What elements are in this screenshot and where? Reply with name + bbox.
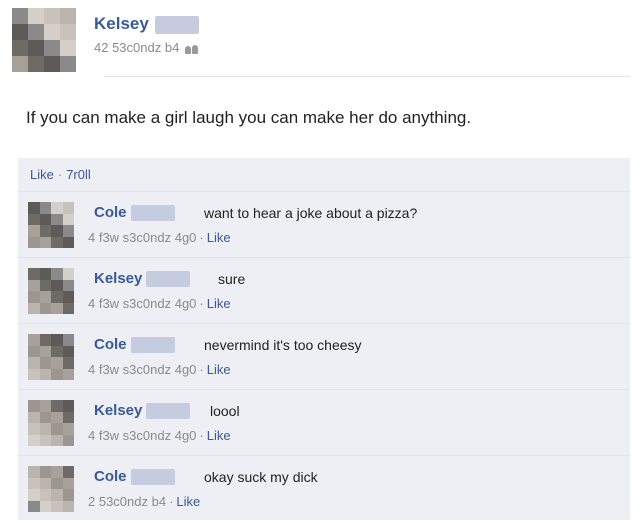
separator: · <box>57 167 63 182</box>
comment-item: Cole want to hear a joke about a pizza? … <box>18 192 630 258</box>
comment-timestamp[interactable]: 4 f3w s3c0ndz 4g0 <box>88 296 196 311</box>
avatar[interactable] <box>28 334 74 380</box>
avatar[interactable] <box>28 268 74 314</box>
comment-author[interactable]: Cole <box>94 336 175 354</box>
avatar[interactable] <box>28 202 74 248</box>
redacted-surname <box>146 403 191 420</box>
comment-like-button[interactable]: Like <box>207 428 231 443</box>
redacted-surname <box>130 205 175 222</box>
comment-like-button[interactable]: Like <box>207 230 231 245</box>
comment-timestamp[interactable]: 4 f3w s3c0ndz 4g0 <box>88 230 196 245</box>
comment-author[interactable]: Cole <box>94 204 175 222</box>
redacted-surname <box>146 271 191 288</box>
comment-like-button[interactable]: Like <box>207 362 231 377</box>
comment-meta: 4 f3w s3c0ndz 4g0 · Like <box>88 296 231 311</box>
comment-item: Cole nevermind it's too cheesy 4 f3w s3c… <box>18 324 630 390</box>
comment-author[interactable]: Kelsey <box>94 402 191 420</box>
comment-timestamp[interactable]: 2 53c0ndz b4 <box>88 494 166 509</box>
separator: · <box>199 296 204 311</box>
avatar[interactable] <box>12 8 76 72</box>
comment-meta: 4 f3w s3c0ndz 4g0 · Like <box>88 428 231 443</box>
comment-author-label[interactable]: Cole <box>94 204 127 221</box>
comment-author[interactable]: Kelsey <box>94 270 191 288</box>
comment-meta: 4 f3w s3c0ndz 4g0 · Like <box>88 362 231 377</box>
comment-meta: 2 53c0ndz b4 · Like <box>88 494 200 509</box>
comment-author-label[interactable]: Kelsey <box>94 270 142 287</box>
avatar[interactable] <box>28 466 74 512</box>
post-text: If you can make a girl laugh you can mak… <box>26 108 472 127</box>
comment-like-button[interactable]: Like <box>176 494 200 509</box>
separator: · <box>199 428 204 443</box>
post-header: Kelsey 42 53c0ndz b4 <box>10 6 630 86</box>
post-meta: 42 53c0ndz b4 <box>94 40 199 55</box>
redacted-surname <box>130 337 175 354</box>
post-author-name[interactable]: Kelsey <box>94 14 199 34</box>
like-count[interactable]: 7r0ll <box>66 167 91 182</box>
post-like-button[interactable]: Like <box>30 167 54 182</box>
comment-text: nevermind it's too cheesy <box>204 337 362 353</box>
separator: · <box>199 230 204 245</box>
post-timestamp[interactable]: 42 53c0ndz b4 <box>94 40 179 55</box>
comment-author-label[interactable]: Cole <box>94 336 127 353</box>
feedback-panel: Like · 7r0ll Cole want to hear a joke abou… <box>18 158 630 520</box>
comment-timestamp[interactable]: 4 f3w s3c0ndz 4g0 <box>88 428 196 443</box>
comment-text: want to hear a joke about a pizza? <box>204 205 418 221</box>
comment-author-label[interactable]: Kelsey <box>94 402 142 419</box>
comment-item: Kelsey sure 4 f3w s3c0ndz 4g0 · Like <box>18 258 630 324</box>
comment-timestamp[interactable]: 4 f3w s3c0ndz 4g0 <box>88 362 196 377</box>
comment-text: sure <box>218 271 246 287</box>
divider <box>104 76 630 77</box>
separator: · <box>169 494 174 509</box>
comment-text: okay suck my dick <box>204 469 318 485</box>
comment-like-button[interactable]: Like <box>207 296 231 311</box>
comment-item: Kelsey loool 4 f3w s3c0ndz 4g0 · Like <box>18 390 630 456</box>
redacted-surname <box>130 469 175 486</box>
comment-item: Cole okay suck my dick 2 53c0ndz b4 · Like <box>18 456 630 520</box>
comment-text: loool <box>210 403 240 419</box>
post-author-label[interactable]: Kelsey <box>94 14 149 33</box>
comment-author[interactable]: Cole <box>94 468 175 486</box>
avatar[interactable] <box>28 400 74 446</box>
comment-author-label[interactable]: Cole <box>94 468 127 485</box>
redacted-surname <box>154 15 199 34</box>
friends-icon[interactable] <box>185 44 199 54</box>
separator: · <box>199 362 204 377</box>
like-bar: Like · 7r0ll <box>18 158 630 192</box>
comment-meta: 4 f3w s3c0ndz 4g0 · Like <box>88 230 231 245</box>
